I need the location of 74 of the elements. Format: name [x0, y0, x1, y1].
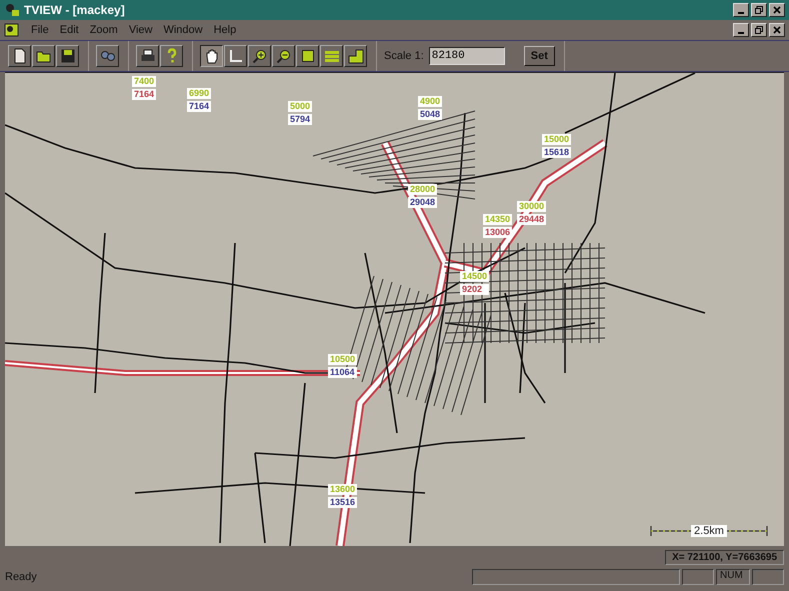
traffic-count-label: 29448	[517, 214, 546, 225]
traffic-count-label: 5048	[418, 109, 442, 120]
close-icon	[773, 26, 781, 34]
traffic-count-label: 11064	[328, 367, 358, 378]
help-tool-button[interactable]	[160, 45, 183, 67]
layers-tool-button[interactable]	[320, 45, 343, 67]
menu-item[interactable]: File	[31, 24, 49, 36]
status-message: Ready	[5, 571, 38, 583]
minimize-button[interactable]	[733, 3, 749, 17]
measure-tool-button[interactable]	[224, 45, 247, 67]
layers-icon	[324, 48, 340, 64]
zoomout-icon	[276, 48, 292, 64]
traffic-count-label: 10500	[328, 354, 358, 365]
traffic-count-label: 6990	[187, 88, 212, 99]
save-tool-button[interactable]	[56, 45, 79, 67]
map-icon	[348, 48, 364, 64]
print-icon	[140, 48, 156, 64]
traffic-count-label: 5000	[288, 101, 312, 112]
traffic-count-label: 7400	[132, 76, 156, 87]
square-tool-button[interactable]	[296, 45, 319, 67]
close-icon	[773, 6, 781, 14]
status-pane	[752, 569, 784, 585]
scale-input[interactable]: 82180	[428, 47, 505, 65]
minimize-button[interactable]	[733, 23, 749, 37]
zoomin-tool-button[interactable]	[248, 45, 271, 67]
window-title: TVIEW - [mackey]	[24, 3, 125, 17]
traffic-count-label: 30000	[517, 201, 546, 212]
find-tool-button[interactable]	[96, 45, 119, 67]
menu-item[interactable]: Edit	[60, 24, 79, 36]
num-lock-indicator: NUM	[716, 569, 750, 585]
scale-label: Scale 1:	[384, 50, 424, 62]
save-icon	[60, 48, 76, 64]
print-tool-button[interactable]	[136, 45, 159, 67]
restore-button[interactable]	[751, 23, 767, 37]
set-button[interactable]: Set	[524, 46, 555, 66]
traffic-count-label: 13516	[328, 497, 358, 508]
coordinates-readout: X= 721100, Y=7663695	[665, 550, 784, 565]
menu-item[interactable]: Zoom	[90, 24, 118, 36]
menu-item[interactable]: View	[128, 24, 152, 36]
traffic-count-label: 14350	[483, 214, 512, 225]
traffic-count-label: 14500	[460, 271, 490, 282]
traffic-count-label: 4900	[418, 96, 442, 107]
close-button[interactable]	[769, 23, 785, 37]
restore-icon	[755, 26, 763, 34]
traffic-count-label: 13600	[328, 484, 358, 495]
traffic-count-label: 7164	[187, 101, 212, 112]
document-icon	[4, 22, 20, 38]
restore-button[interactable]	[751, 3, 767, 17]
zoomout-tool-button[interactable]	[272, 45, 295, 67]
app-icon	[4, 2, 20, 18]
menu-item[interactable]: Help	[214, 24, 236, 36]
map-tool-button[interactable]	[344, 45, 367, 67]
hand-tool-button[interactable]	[200, 45, 223, 67]
hand-icon	[204, 48, 220, 64]
restore-icon	[755, 6, 763, 14]
traffic-count-label: 29048	[408, 197, 438, 208]
close-button[interactable]	[769, 3, 785, 17]
new-icon	[12, 48, 28, 64]
traffic-count-label: 9202	[460, 284, 490, 295]
traffic-count-label: 13006	[483, 227, 512, 238]
status-pane	[682, 569, 714, 585]
traffic-count-label: 5794	[288, 114, 312, 125]
square-icon	[300, 48, 316, 64]
traffic-count-label: 7164	[132, 89, 156, 100]
measure-icon	[228, 48, 244, 64]
new-tool-button[interactable]	[8, 45, 31, 67]
open-tool-button[interactable]	[32, 45, 55, 67]
zoomin-icon	[252, 48, 268, 64]
scale-bar-label: 2.5km	[691, 525, 727, 537]
traffic-count-label: 15618	[542, 147, 572, 158]
traffic-count-label: 28000	[408, 184, 438, 195]
find-icon	[100, 48, 116, 64]
menu-item[interactable]: Window	[163, 24, 203, 36]
traffic-count-label: 15000	[542, 134, 572, 145]
